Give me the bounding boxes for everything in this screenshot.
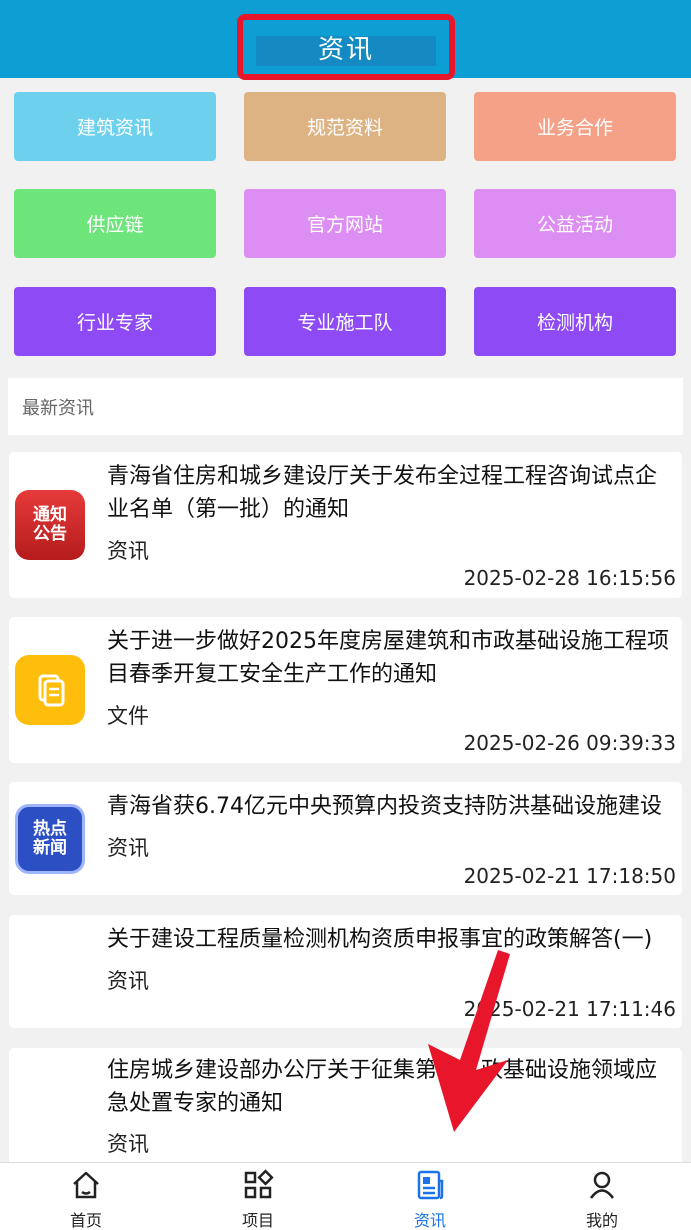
tab-mine[interactable]: 我的: [516, 1163, 688, 1230]
news-category: 资讯: [107, 1132, 149, 1156]
news-time: 2025-02-21 17:18:50: [463, 864, 676, 888]
bottom-tab-bar: 首页 项目 资讯 我的: [0, 1162, 691, 1230]
news-title: 关于进一步做好2025年度房屋建筑和市政基础设施工程项目春季开复工安全生产工作的…: [107, 629, 669, 687]
tab-label: 首页: [69, 1211, 102, 1230]
news-category: 资讯: [107, 969, 149, 993]
menu-tile-experts[interactable]: 行业专家: [14, 287, 216, 356]
news-time: 2025-02-28 16:15:56: [463, 566, 676, 590]
news-item[interactable]: 热点新闻 青海省获6.74亿元中央预算内投资支持防洪基础设施建设 资讯 2025…: [9, 782, 682, 895]
grid-icon: [244, 1169, 274, 1199]
notice-icon: 通知公告: [15, 490, 85, 560]
arrow-annotation-icon: [428, 950, 510, 1132]
page-title: 资讯: [317, 34, 374, 65]
title-highlight-box: 资讯: [237, 14, 455, 80]
menu-tile-building-news[interactable]: 建筑资讯: [14, 92, 216, 161]
tab-label: 项目: [241, 1211, 274, 1230]
news-category: 资讯: [107, 539, 149, 563]
news-item[interactable]: 通知公告 青海省住房和城乡建设厅关于发布全过程工程咨询试点企业名单（第一批）的通…: [9, 452, 682, 598]
home-icon: [73, 1171, 99, 1199]
menu-tile-official-site[interactable]: 官方网站: [244, 189, 446, 258]
tab-news[interactable]: 资讯: [344, 1163, 516, 1230]
news-time: 2025-02-26 09:39:33: [463, 731, 676, 755]
menu-tile-supply-chain[interactable]: 供应链: [14, 189, 216, 258]
news-item[interactable]: 住房城乡建设部办公厅关于征集第……政基础设施领域应急处置专家的通知 资讯: [9, 1048, 682, 1168]
person-icon: [589, 1171, 615, 1199]
news-icon: [417, 1170, 444, 1200]
tab-label: 我的: [585, 1211, 618, 1230]
document-glyph: [38, 674, 65, 707]
document-icon: [15, 655, 85, 725]
news-category: 资讯: [107, 836, 149, 860]
menu-tile-business[interactable]: 业务合作: [474, 92, 676, 161]
tab-home[interactable]: 首页: [0, 1163, 172, 1230]
news-title: 关于建设工程质量检测机构资质申报事宜的政策解答(一): [107, 927, 653, 952]
menu-tile-charity[interactable]: 公益活动: [474, 189, 676, 258]
news-item[interactable]: 关于进一步做好2025年度房屋建筑和市政基础设施工程项目春季开复工安全生产工作的…: [9, 617, 682, 763]
menu-tile-testing-agency[interactable]: 检测机构: [474, 287, 676, 356]
news-title: 青海省住房和城乡建设厅关于发布全过程工程咨询试点企业名单（第一批）的通知: [107, 464, 658, 522]
section-title: 最新资讯: [8, 378, 683, 435]
menu-tile-construction-team[interactable]: 专业施工队: [244, 287, 446, 356]
hot-news-icon: 热点新闻: [15, 804, 85, 874]
news-title: 住房城乡建设部办公厅关于征集第……政基础设施领域应急处置专家的通知: [107, 1058, 658, 1116]
news-title: 青海省获6.74亿元中央预算内投资支持防洪基础设施建设: [107, 794, 662, 819]
news-category: 文件: [107, 704, 149, 728]
menu-tile-standards[interactable]: 规范资料: [244, 92, 446, 161]
tab-label: 资讯: [413, 1211, 446, 1230]
news-item[interactable]: 关于建设工程质量检测机构资质申报事宜的政策解答(一) 资讯 2025-02-21…: [9, 915, 682, 1028]
tab-projects[interactable]: 项目: [172, 1163, 344, 1230]
